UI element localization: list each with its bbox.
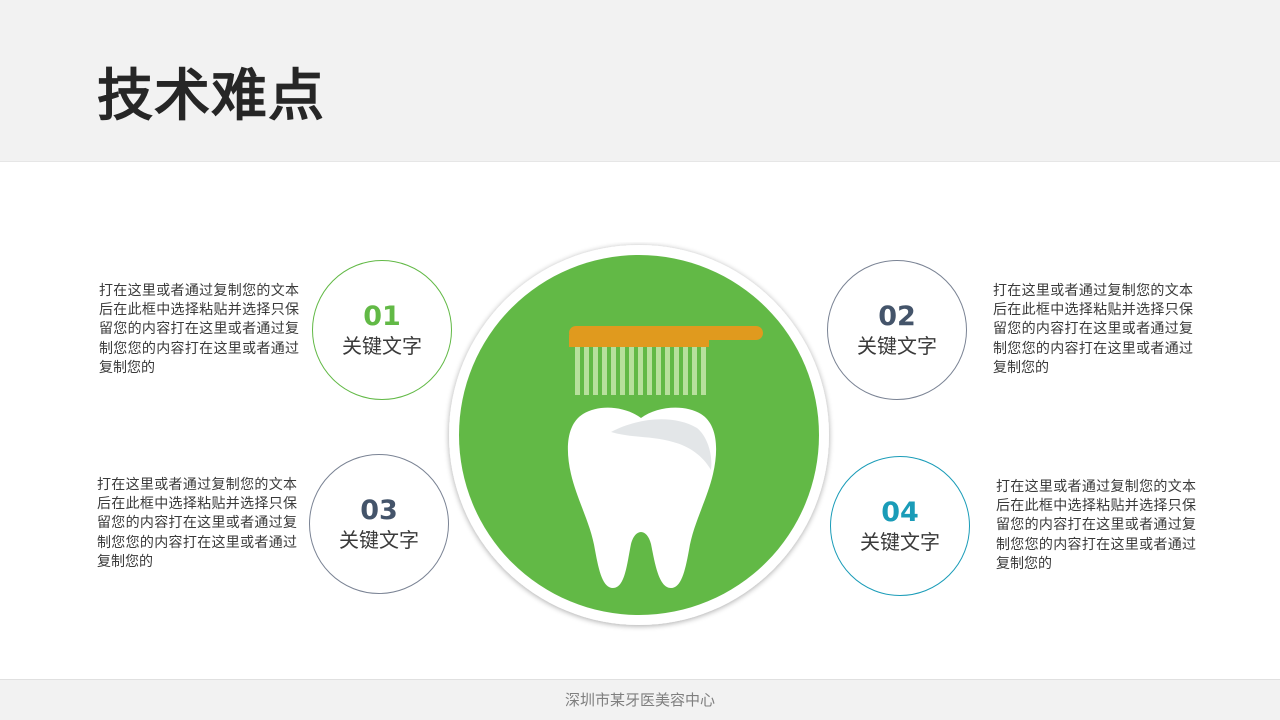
- slide: 技术难点 打在这里或者通过复制您的文本后在此框中选择粘贴并选择只保留您的内容打在…: [0, 0, 1280, 720]
- item-03-number: 03: [360, 495, 398, 526]
- item-04-description: 打在这里或者通过复制您的文本后在此框中选择粘贴并选择只保留您的内容打在这里或者通…: [996, 479, 1196, 572]
- item-04-label: 关键文字: [860, 530, 940, 554]
- toothbrush-bristles: [575, 347, 706, 395]
- item-03-label: 关键文字: [339, 528, 419, 552]
- item-04-circle: 04 关键文字: [830, 456, 970, 596]
- item-02-number: 02: [878, 301, 916, 332]
- item-04-number: 04: [881, 497, 919, 528]
- item-01-label: 关键文字: [342, 334, 422, 358]
- footer-text: 深圳市某牙医美容中心: [564, 691, 715, 709]
- item-02-label: 关键文字: [857, 334, 937, 358]
- toothbrush-head: [569, 335, 709, 347]
- page-title: 技术难点: [97, 64, 325, 129]
- item-02-description: 打在这里或者通过复制您的文本后在此框中选择粘贴并选择只保留您的内容打在这里或者通…: [993, 283, 1193, 376]
- item-02-circle: 02 关键文字: [827, 260, 967, 400]
- item-01-number: 01: [363, 301, 401, 332]
- item-03-description: 打在这里或者通过复制您的文本后在此框中选择粘贴并选择只保留您的内容打在这里或者通…: [97, 477, 297, 570]
- item-01-circle: 01 关键文字: [312, 260, 452, 400]
- item-03-circle: 03 关键文字: [309, 454, 449, 594]
- tooth-and-toothbrush-icon: [441, 242, 837, 632]
- item-01-description: 打在这里或者通过复制您的文本后在此框中选择粘贴并选择只保留您的内容打在这里或者通…: [99, 283, 299, 376]
